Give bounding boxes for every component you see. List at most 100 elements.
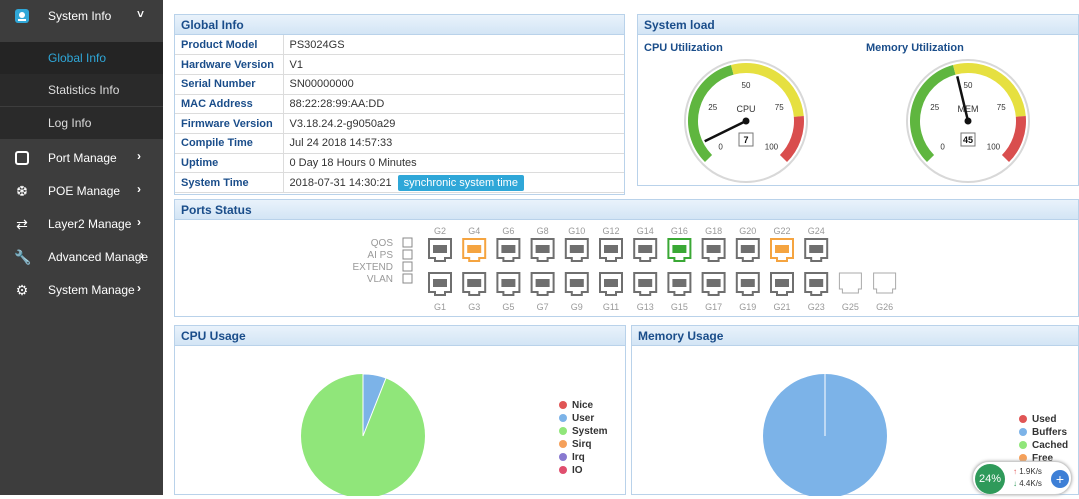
ports-status-panel: Ports Status QOS AI PS EXTEND VLAN G2 G4 G6 G8 G… <box>174 199 1079 317</box>
info-value-text: Jul 24 2018 14:57:33 <box>289 137 393 150</box>
info-value-text: 2018-07-31 14:30:21 <box>289 176 392 189</box>
info-value: 0 Day 18 Hours 0 Minutes <box>283 153 624 174</box>
port-legend-label: EXTEND <box>352 262 393 273</box>
info-row: Firmware Version V3.18.24.2-g9050a29 <box>175 113 624 134</box>
port-label: G17 <box>705 302 722 312</box>
cpu-usage-chart: Nice User System Sirq Irq IO <box>301 373 608 498</box>
port-label: G26 <box>876 302 893 312</box>
sidebar-item-advanced-manage[interactable]: 🔧 Advanced Manage › <box>0 241 163 273</box>
info-key: Serial Number <box>175 74 284 95</box>
sidebar-item-label: System Manage <box>48 283 135 297</box>
sidebar-item-poe-manage[interactable]: ❆ POE Manage › <box>0 175 163 207</box>
port-led <box>501 279 516 287</box>
port-label: G19 <box>739 302 756 312</box>
gauge-tick-label: 25 <box>708 103 717 112</box>
port-led <box>740 245 755 253</box>
port-led <box>467 279 482 287</box>
port-label: G15 <box>671 302 688 312</box>
gauges: CPU Utilization Memory Utilization 0 25 50… <box>644 42 1030 183</box>
sidebar-item-system-manage[interactable]: ⚙ System Manage › <box>0 274 163 306</box>
info-row: System Time 2018-07-31 14:30:21 synchronic… <box>175 172 624 193</box>
port-led <box>672 245 687 253</box>
sidebar-item-system-info[interactable]: System Info ˅ <box>0 0 163 32</box>
info-value: Jul 24 2018 14:57:33 <box>283 133 624 154</box>
port-label: G9 <box>571 302 583 312</box>
legend-label: Irq <box>572 452 585 463</box>
sidebar-item-layer2-manage[interactable]: ⇄ Layer2 Manage › <box>0 208 163 240</box>
port-led <box>775 245 789 253</box>
sidebar-item-label: Layer2 Manage <box>48 217 132 231</box>
sidebar-sub-global-info[interactable]: Global Info <box>0 42 163 74</box>
port-legend-box <box>402 237 413 248</box>
global-info-title: Global Info <box>175 15 624 35</box>
system-info-icon <box>14 8 30 24</box>
port-led <box>535 245 550 253</box>
legend-label: Buffers <box>1032 427 1067 438</box>
sfp-port[interactable] <box>873 272 897 294</box>
port-led <box>672 279 687 287</box>
port-legend-box <box>402 249 413 260</box>
net-speed-widget[interactable]: 24% ↑ 1.9K/s ↓ 4.4K/s + <box>972 461 1072 495</box>
port-led <box>569 279 584 287</box>
legend-label: Nice <box>572 400 594 411</box>
sidebar-item-port-manage[interactable]: Port Manage › <box>0 142 163 174</box>
global-info-table: Product Model PS3024GS Hardware Version V1 S… <box>175 35 624 193</box>
legend-label: Used <box>1032 414 1056 425</box>
legend-label: User <box>572 413 594 424</box>
net-down-value: 4.4K/s <box>1019 479 1042 488</box>
port-label: G16 <box>671 226 688 236</box>
info-value-text: V3.18.24.2-g9050a29 <box>289 117 396 130</box>
gauge-center-label: MEM <box>958 104 979 114</box>
port-label: G12 <box>602 226 619 236</box>
legend-label: Cached <box>1032 440 1068 451</box>
port-label: G13 <box>637 302 654 312</box>
sidebar-sub-log-info[interactable]: Log Info <box>0 107 163 139</box>
port-label: G11 <box>603 302 619 312</box>
info-value: 88:22:28:99:AA:DD <box>283 94 624 115</box>
port-legend-box <box>402 261 413 272</box>
poe-icon: ❆ <box>16 183 28 199</box>
port-led <box>433 279 447 287</box>
chevron-right-icon: › <box>140 248 144 262</box>
info-value-text: PS3024GS <box>289 38 345 51</box>
port-led <box>706 245 721 253</box>
system-load-panel: System load CPU Utilization Memory Utili… <box>637 14 1079 186</box>
info-row: Uptime 0 Day 18 Hours 0 Minutes <box>175 153 624 174</box>
port-led <box>638 245 653 253</box>
port-led <box>501 245 516 253</box>
info-value-text: 88:22:28:99:AA:DD <box>289 97 385 110</box>
net-percent: 24% <box>975 464 1005 494</box>
ports-diagram: QOSAI PSEXTENDVLAN G2 G4 G6 G8 G10 G12 G14 G16 G1… <box>352 226 897 312</box>
cpu-usage-title: CPU Usage <box>175 326 625 346</box>
port-label: G2 <box>434 226 446 236</box>
mem-gauge: 0 25 50 75 100 MEM 45 <box>906 59 1030 183</box>
gauge-hub <box>964 117 972 125</box>
port-label: G20 <box>739 226 756 236</box>
sync-time-button[interactable]: synchronic system time <box>397 174 524 191</box>
gauge-tick-label: 25 <box>930 103 939 112</box>
sidebar-item-label: Advanced Manage <box>48 250 149 264</box>
port-led <box>569 245 584 253</box>
port-led <box>706 279 721 287</box>
info-value-text: SN00000000 <box>289 78 354 91</box>
gauge-center-label: CPU <box>736 104 755 114</box>
sidebar-sub-statistics-info[interactable]: Statistics Info <box>0 74 163 106</box>
port-label: G5 <box>502 302 514 312</box>
plus-icon[interactable]: + <box>1051 470 1069 488</box>
legend-label: Sirq <box>572 439 591 450</box>
info-row: MAC Address 88:22:28:99:AA:DD <box>175 94 624 115</box>
sidebar-item-label: POE Manage <box>48 184 121 198</box>
gauge-tick-label: 0 <box>718 142 723 151</box>
info-value: PS3024GS <box>283 35 624 56</box>
port-label: G23 <box>808 302 825 312</box>
cpu-gauge: 0 25 50 75 100 CPU 7 <box>684 59 808 183</box>
port-label: G7 <box>537 302 549 312</box>
port-label: G6 <box>502 226 514 236</box>
port-led <box>433 245 447 253</box>
sidebar-sub-label: Log Info <box>48 116 92 130</box>
system-load-title: System load <box>638 15 1078 35</box>
port-led <box>809 279 824 287</box>
info-key: Compile Time <box>175 133 284 154</box>
sfp-port[interactable] <box>838 272 862 294</box>
port-led <box>604 245 618 253</box>
